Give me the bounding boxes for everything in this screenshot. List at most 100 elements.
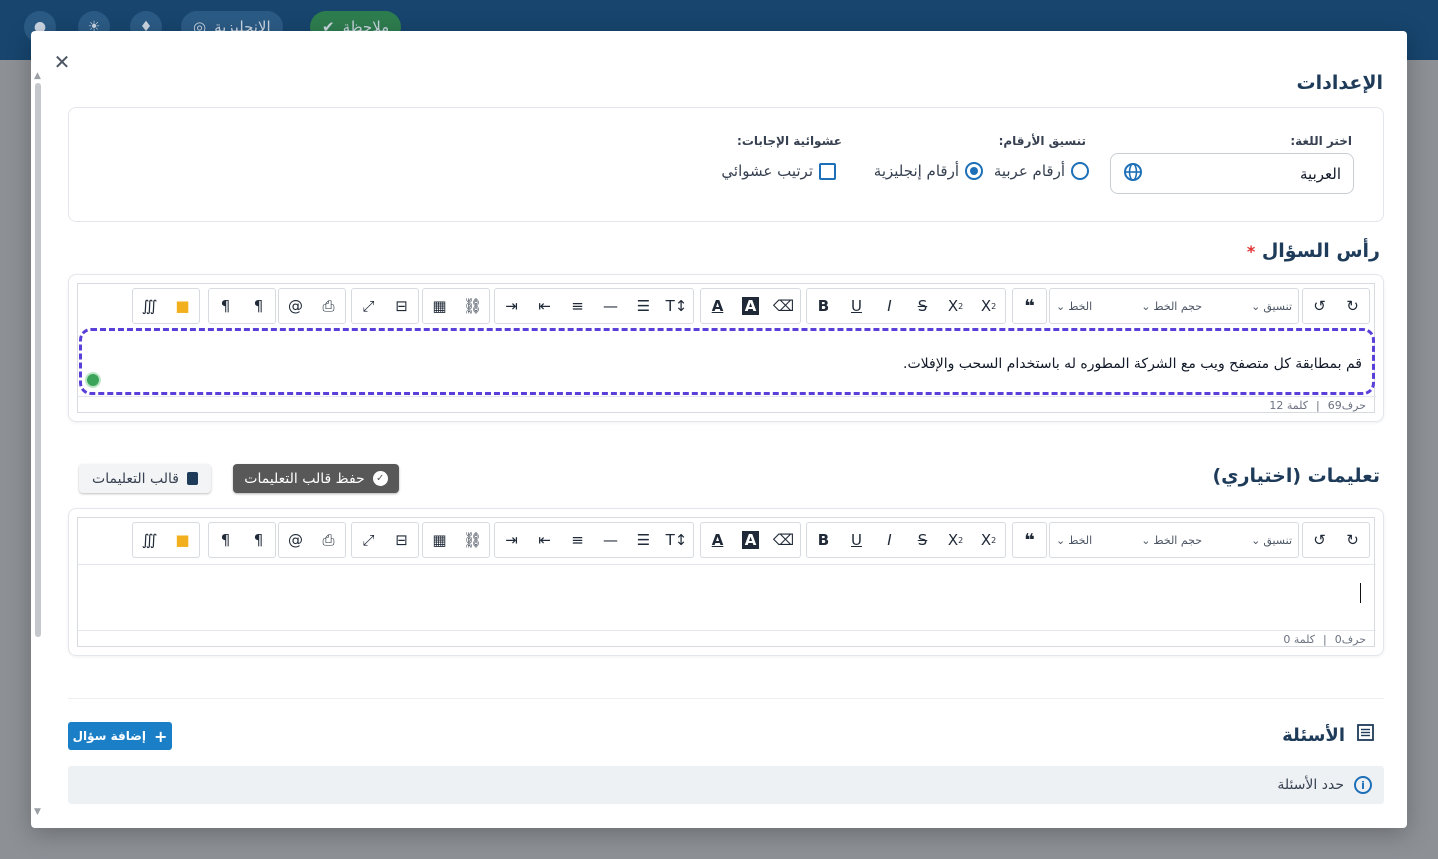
assistant-icon[interactable] xyxy=(85,372,101,388)
mention-icon[interactable]: @ xyxy=(279,523,312,557)
radio-button-selected[interactable] xyxy=(965,162,983,180)
toolbar-group-paragraph: ⇥ ⇤ ≡ — ☰ T↕ xyxy=(494,522,694,558)
scroll-down-arrow[interactable]: ▼ xyxy=(34,807,41,817)
toolbar-group-quote: ❝ xyxy=(1012,288,1047,324)
ltr-icon[interactable]: ¶ xyxy=(209,523,242,557)
font-select[interactable]: ⌄ الخط xyxy=(1050,523,1098,557)
template-icon[interactable]: ⊟ xyxy=(385,523,418,557)
subscript-icon[interactable]: X2 xyxy=(939,523,972,557)
toolbar-group-direction: ¶ ¶ xyxy=(208,288,276,324)
font-color-icon[interactable]: A xyxy=(701,523,734,557)
mention-icon[interactable]: @ xyxy=(279,289,312,323)
superscript-icon[interactable]: X2 xyxy=(972,289,1005,323)
instructions-template-button[interactable]: قالب التعليمات xyxy=(79,464,211,493)
toolbar-group-insert: ▦ ⛓ xyxy=(422,522,490,558)
align-icon[interactable]: ≡ xyxy=(561,289,594,323)
rtl-icon[interactable]: ¶ xyxy=(242,523,275,557)
fullscreen-icon[interactable]: ⤢ xyxy=(352,523,385,557)
print-icon[interactable]: ⎙ xyxy=(312,523,345,557)
list-icon[interactable]: ☰ xyxy=(627,289,660,323)
line-height-icon[interactable]: T↕ xyxy=(660,523,693,557)
bold-icon[interactable]: B xyxy=(807,523,840,557)
instructions-title: تعليمات (اختياري) xyxy=(1212,465,1380,487)
radio-arabic-numbers[interactable]: أرقام عربية xyxy=(994,162,1089,180)
strikethrough-icon[interactable]: S xyxy=(906,523,939,557)
question-head-editor-card: ∭ ■ ¶ ¶ @ ⎙ ⤢ ⊟ ▦ ⛓ ⇥ ⇤ ≡ — ☰ T↕ A A ⌫ B… xyxy=(68,274,1384,422)
folder-icon[interactable]: ■ xyxy=(166,523,199,557)
outdent-icon[interactable]: ⇤ xyxy=(528,523,561,557)
highlight-color-icon[interactable]: A xyxy=(734,289,767,323)
rtl-icon[interactable]: ¶ xyxy=(242,289,275,323)
separator: | xyxy=(1323,633,1327,646)
chevron-down-icon: ⌄ xyxy=(1141,299,1151,313)
separator: | xyxy=(1316,399,1320,412)
editor-content-area[interactable] xyxy=(78,564,1376,628)
blockquote-icon[interactable]: ❝ xyxy=(1013,523,1046,557)
checkbox[interactable] xyxy=(819,162,836,180)
check-circle-icon: ✓ xyxy=(372,471,388,486)
superscript-icon[interactable]: X2 xyxy=(972,523,1005,557)
font-size-select[interactable]: ⌄ حجم الخط xyxy=(1135,523,1208,557)
underline-icon[interactable]: U xyxy=(840,523,873,557)
horizontal-rule-icon[interactable]: — xyxy=(594,523,627,557)
required-mark: * xyxy=(1246,242,1256,261)
template-icon[interactable]: ⊟ xyxy=(385,289,418,323)
modal-scrollbar[interactable] xyxy=(35,83,41,637)
italic-icon[interactable]: I xyxy=(873,523,906,557)
bold-icon[interactable]: B xyxy=(807,289,840,323)
table-icon[interactable]: ▦ xyxy=(423,289,456,323)
folder-icon[interactable]: ■ xyxy=(166,289,199,323)
indent-icon[interactable]: ⇥ xyxy=(495,523,528,557)
font-color-icon[interactable]: A xyxy=(701,289,734,323)
ltr-icon[interactable]: ¶ xyxy=(209,289,242,323)
outdent-icon[interactable]: ⇤ xyxy=(528,289,561,323)
char-count: حرف69 xyxy=(1327,399,1366,412)
randomness-label: عشوائية الإجابات: xyxy=(737,134,842,148)
print-icon[interactable]: ⎙ xyxy=(312,289,345,323)
font-select[interactable]: ⌄ الخط xyxy=(1050,289,1098,323)
list-icon[interactable]: ☰ xyxy=(627,523,660,557)
italic-icon[interactable]: I xyxy=(873,289,906,323)
random-order-checkbox[interactable]: ترتيب عشوائي xyxy=(721,162,836,180)
number-format-label: تنسيق الأرقام: xyxy=(998,134,1086,148)
language-select[interactable]: العربية xyxy=(1110,153,1354,194)
highlight-color-icon[interactable]: A xyxy=(734,523,767,557)
link-icon[interactable]: ⛓ xyxy=(456,523,489,557)
save-template-button[interactable]: ✓ حفظ قالب التعليمات xyxy=(233,464,399,493)
code-icon[interactable]: ∭ xyxy=(133,289,166,323)
radio-button[interactable] xyxy=(1071,162,1089,180)
scroll-up-arrow[interactable]: ▲ xyxy=(34,71,41,81)
format-select[interactable]: ⌄ تنسيق xyxy=(1245,523,1298,557)
fullscreen-icon[interactable]: ⤢ xyxy=(352,289,385,323)
redo-icon[interactable]: ↻ xyxy=(1336,289,1369,323)
redo-icon[interactable]: ↻ xyxy=(1336,523,1369,557)
add-question-button[interactable]: + إضافة سؤال xyxy=(68,722,172,750)
format-select[interactable]: ⌄ تنسيق xyxy=(1245,289,1298,323)
radio-english-numbers[interactable]: أرقام إنجليزية xyxy=(874,162,983,180)
question-head-editor: ∭ ■ ¶ ¶ @ ⎙ ⤢ ⊟ ▦ ⛓ ⇥ ⇤ ≡ — ☰ T↕ A A ⌫ B… xyxy=(77,283,1376,413)
font-size-select[interactable]: ⌄ حجم الخط xyxy=(1135,289,1208,323)
strikethrough-icon[interactable]: S xyxy=(906,289,939,323)
editor-toolbar: ∭ ■ ¶ ¶ @ ⎙ ⤢ ⊟ ▦ ⛓ ⇥ ⇤ ≡ — ☰ T↕ A A ⌫ B… xyxy=(78,518,1376,560)
indent-icon[interactable]: ⇥ xyxy=(495,289,528,323)
subscript-icon[interactable]: X2 xyxy=(939,289,972,323)
document-icon xyxy=(186,472,198,485)
chevron-down-icon: ⌄ xyxy=(1251,299,1261,313)
horizontal-rule-icon[interactable]: — xyxy=(594,289,627,323)
underline-icon[interactable]: U xyxy=(840,289,873,323)
blockquote-icon[interactable]: ❝ xyxy=(1013,289,1046,323)
toolbar-group-view: ⤢ ⊟ xyxy=(351,522,419,558)
instructions-editor-card: ∭ ■ ¶ ¶ @ ⎙ ⤢ ⊟ ▦ ⛓ ⇥ ⇤ ≡ — ☰ T↕ A A ⌫ B… xyxy=(68,508,1384,656)
undo-icon[interactable]: ↺ xyxy=(1303,523,1336,557)
align-icon[interactable]: ≡ xyxy=(561,523,594,557)
table-icon[interactable]: ▦ xyxy=(423,523,456,557)
eraser-icon[interactable]: ⌫ xyxy=(767,523,800,557)
toolbar-group-selects: ⌄ الخط ⌄ حجم الخط ⌄ تنسيق xyxy=(1049,288,1299,324)
word-count: كلمة 0 xyxy=(1283,633,1315,646)
code-icon[interactable]: ∭ xyxy=(133,523,166,557)
undo-icon[interactable]: ↺ xyxy=(1303,289,1336,323)
link-icon[interactable]: ⛓ xyxy=(456,289,489,323)
line-height-icon[interactable]: T↕ xyxy=(660,289,693,323)
eraser-icon[interactable]: ⌫ xyxy=(767,289,800,323)
close-icon[interactable]: ✕ xyxy=(51,50,73,74)
